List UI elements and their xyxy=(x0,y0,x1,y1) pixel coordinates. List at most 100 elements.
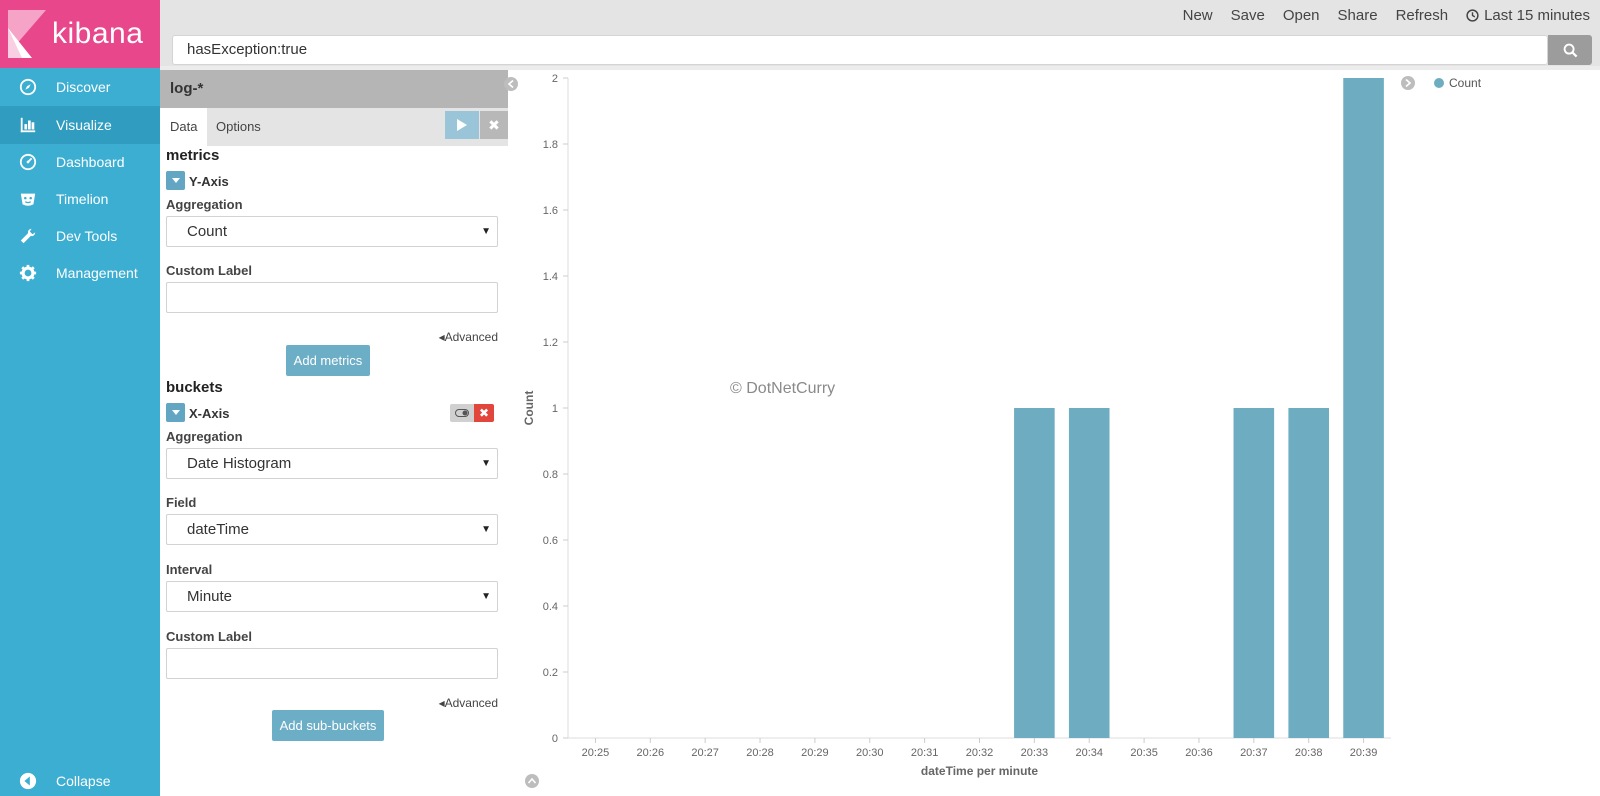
x-tick-label: 20:39 xyxy=(1350,747,1378,759)
metric-aggregation-label: Aggregation xyxy=(166,197,243,212)
wrench-icon xyxy=(0,227,56,245)
x-tick-label: 20:30 xyxy=(856,747,884,759)
y-axis-label: Y-Axis xyxy=(189,174,229,189)
compass-icon xyxy=(0,78,56,96)
bar xyxy=(1288,408,1330,738)
x-tick-label: 20:31 xyxy=(911,747,939,759)
y-tick-label: 1 xyxy=(552,403,558,415)
query-bar: hasException:true xyxy=(160,32,1600,68)
metric-custom-label-input[interactable] xyxy=(166,282,498,313)
sidebar-item-dashboard[interactable]: Dashboard xyxy=(0,143,160,181)
top-nav: New Save Open Share Refresh Last 15 minu… xyxy=(160,0,1600,32)
y-axis-toggle[interactable] xyxy=(166,171,185,190)
y-tick-label: 0.6 xyxy=(543,535,558,547)
clock-icon xyxy=(1466,9,1479,22)
refresh-button[interactable]: Refresh xyxy=(1396,7,1449,24)
metric-aggregation-select[interactable]: Count ▼ xyxy=(166,216,498,247)
new-button[interactable]: New xyxy=(1183,7,1213,24)
sidebar-item-label: Management xyxy=(56,265,138,281)
x-tick-label: 20:25 xyxy=(582,747,610,759)
x-tick-label: 20:34 xyxy=(1075,747,1103,759)
x-tick-label: 20:28 xyxy=(746,747,774,759)
tab-data[interactable]: Data xyxy=(160,108,208,146)
sidebar: kibana Discover Visualize Dashboard Time… xyxy=(0,0,160,796)
x-tick-label: 20:26 xyxy=(637,747,665,759)
collapse-button[interactable]: Collapse xyxy=(0,766,160,796)
x-tick-label: 20:38 xyxy=(1295,747,1323,759)
x-tick-label: 20:29 xyxy=(801,747,829,759)
caret-down-icon: ▼ xyxy=(481,591,491,602)
kibana-logo[interactable]: kibana xyxy=(0,0,160,68)
bucket-enable-toggle[interactable] xyxy=(450,404,474,422)
x-axis-title: dateTime per minute xyxy=(921,764,1038,778)
y-tick-label: 2 xyxy=(552,73,558,85)
advanced-label: Advanced xyxy=(444,696,498,710)
search-button[interactable] xyxy=(1548,35,1592,65)
bucket-advanced-link[interactable]: ◂Advanced xyxy=(439,696,498,710)
y-tick-label: 1.6 xyxy=(543,205,558,217)
x-axis-label: X-Axis xyxy=(189,406,230,421)
interval-select[interactable]: Minute ▼ xyxy=(166,581,498,612)
bucket-custom-label-input[interactable] xyxy=(166,648,498,679)
field-value: dateTime xyxy=(187,521,249,538)
query-input[interactable]: hasException:true xyxy=(172,35,1548,65)
legend-label[interactable]: Count xyxy=(1449,76,1481,90)
sidebar-item-label: Dev Tools xyxy=(56,228,118,244)
toggle-icon xyxy=(455,409,469,417)
play-icon xyxy=(457,119,467,131)
discard-button[interactable]: ✖ xyxy=(480,111,508,139)
add-sub-buckets-button[interactable]: Add sub-buckets xyxy=(272,710,384,741)
apply-button[interactable] xyxy=(445,111,479,139)
buckets-title: buckets xyxy=(166,379,223,396)
interval-label: Interval xyxy=(166,562,213,577)
vis-editor-panel: log-* Data Options ✖ metrics Y-Axis Aggr… xyxy=(160,70,508,796)
sidebar-item-dev-tools[interactable]: Dev Tools xyxy=(0,217,160,255)
bar xyxy=(1343,78,1384,738)
caret-down-icon: ▼ xyxy=(481,524,491,535)
sidebar-item-visualize[interactable]: Visualize xyxy=(0,106,160,144)
y-tick-label: 0.2 xyxy=(543,667,558,679)
legend-swatch xyxy=(1434,78,1444,88)
chart-area: 0 0.2 0.4 0.6 0.8 1 1.2 1.4 1.6 1.8 2 20:25 20:26 20:… xyxy=(504,70,1600,796)
legend: Count xyxy=(1434,76,1481,90)
x-axis-toggle[interactable] xyxy=(166,403,185,422)
close-icon: ✖ xyxy=(488,116,500,133)
x-tick-label: 20:27 xyxy=(691,747,719,759)
bucket-aggregation-label: Aggregation xyxy=(166,429,243,444)
x-tick-label: 20:33 xyxy=(1021,747,1049,759)
bucket-remove-button[interactable]: ✖ xyxy=(474,404,494,422)
time-picker[interactable]: Last 15 minutes xyxy=(1466,7,1590,24)
bar xyxy=(1068,408,1110,738)
metric-custom-label-label: Custom Label xyxy=(166,263,252,278)
chevron-down-icon xyxy=(171,178,180,183)
sidebar-item-discover[interactable]: Discover xyxy=(0,68,160,106)
field-select[interactable]: dateTime ▼ xyxy=(166,514,498,545)
x-tick-label: 20:32 xyxy=(966,747,994,759)
open-button[interactable]: Open xyxy=(1283,7,1320,24)
bar xyxy=(1233,408,1275,738)
advanced-label: Advanced xyxy=(444,330,498,344)
save-button[interactable]: Save xyxy=(1231,7,1265,24)
top-menu: New Save Open Share Refresh Last 15 minu… xyxy=(1183,7,1590,24)
y-tick-label: 1.4 xyxy=(543,271,558,283)
index-pattern-title: log-* xyxy=(160,70,508,108)
editor-tabs: Data Options ✖ xyxy=(160,108,508,146)
kibana-logo-icon xyxy=(8,10,46,58)
x-tick-label: 20:35 xyxy=(1130,747,1158,759)
sidebar-item-label: Timelion xyxy=(56,191,109,207)
share-button[interactable]: Share xyxy=(1338,7,1378,24)
metric-advanced-link[interactable]: ◂Advanced xyxy=(439,330,498,344)
tab-options[interactable]: Options xyxy=(206,108,271,146)
y-tick-label: 1.8 xyxy=(543,139,558,151)
bucket-aggregation-select[interactable]: Date Histogram ▼ xyxy=(166,448,498,479)
sidebar-item-timelion[interactable]: Timelion xyxy=(0,180,160,218)
watermark: © DotNetCurry xyxy=(730,380,836,397)
sidebar-item-label: Discover xyxy=(56,79,111,95)
search-icon xyxy=(1563,43,1577,57)
sidebar-item-label: Dashboard xyxy=(56,154,125,170)
add-metrics-button[interactable]: Add metrics xyxy=(286,345,370,376)
sidebar-item-management[interactable]: Management xyxy=(0,254,160,292)
logo-text: kibana xyxy=(52,17,144,50)
bar-chart-icon xyxy=(0,116,56,134)
time-range-label: Last 15 minutes xyxy=(1484,7,1590,24)
